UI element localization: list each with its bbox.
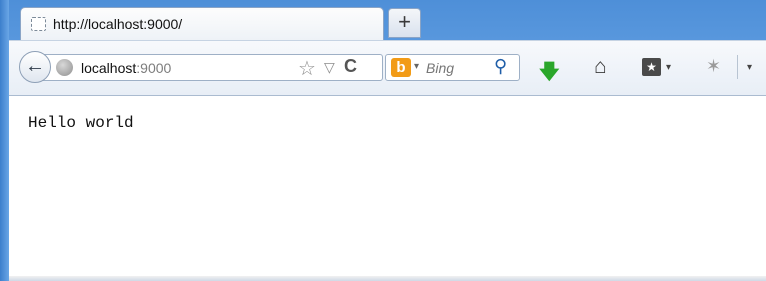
page-content: Hello world: [9, 96, 766, 281]
toolbar-separator: [737, 55, 738, 79]
new-tab-button[interactable]: +: [388, 8, 421, 38]
bookmarks-icon[interactable]: ★: [642, 58, 661, 76]
tab-title: http://localhost:9000/: [53, 16, 183, 32]
menu-dropdown-icon[interactable]: ▾: [747, 62, 752, 73]
bookmark-star-icon[interactable]: ☆: [298, 56, 316, 81]
reload-icon[interactable]: C: [344, 56, 357, 77]
page-body-text: Hello world: [28, 114, 134, 132]
url-text[interactable]: localhost:9000: [81, 60, 171, 76]
search-icon[interactable]: ⚲: [494, 56, 507, 77]
search-engine-dropdown-icon[interactable]: ▾: [414, 61, 419, 72]
addon-icon[interactable]: ✶: [706, 56, 721, 77]
window-frame: [0, 0, 9, 281]
history-dropdown-icon[interactable]: ▽: [324, 59, 335, 76]
home-icon[interactable]: ⌂: [594, 55, 607, 79]
search-bar[interactable]: b ▾ Bing ⚲: [385, 54, 520, 81]
url-bar[interactable]: localhost:9000 ☆ ▽ C: [43, 54, 383, 81]
window-bottom-edge: [9, 276, 766, 281]
url-port: :9000: [136, 60, 172, 76]
bookmarks-dropdown-icon[interactable]: ▾: [666, 62, 671, 73]
site-identity-icon[interactable]: [56, 59, 73, 76]
navigation-toolbar: localhost:9000 ☆ ▽ C ← b ▾ Bing ⚲ 🡇 ⌂ ★ …: [9, 40, 766, 96]
page-favicon-icon: [31, 17, 46, 31]
url-host: localhost: [81, 60, 137, 76]
back-button[interactable]: ←: [19, 51, 51, 83]
tab-active[interactable]: http://localhost:9000/: [20, 7, 384, 40]
search-input[interactable]: Bing: [426, 60, 454, 76]
browser-window: http://localhost:9000/ + localhost:9000 …: [0, 0, 766, 281]
download-icon[interactable]: 🡇: [539, 57, 560, 91]
bing-icon[interactable]: b: [391, 58, 411, 77]
